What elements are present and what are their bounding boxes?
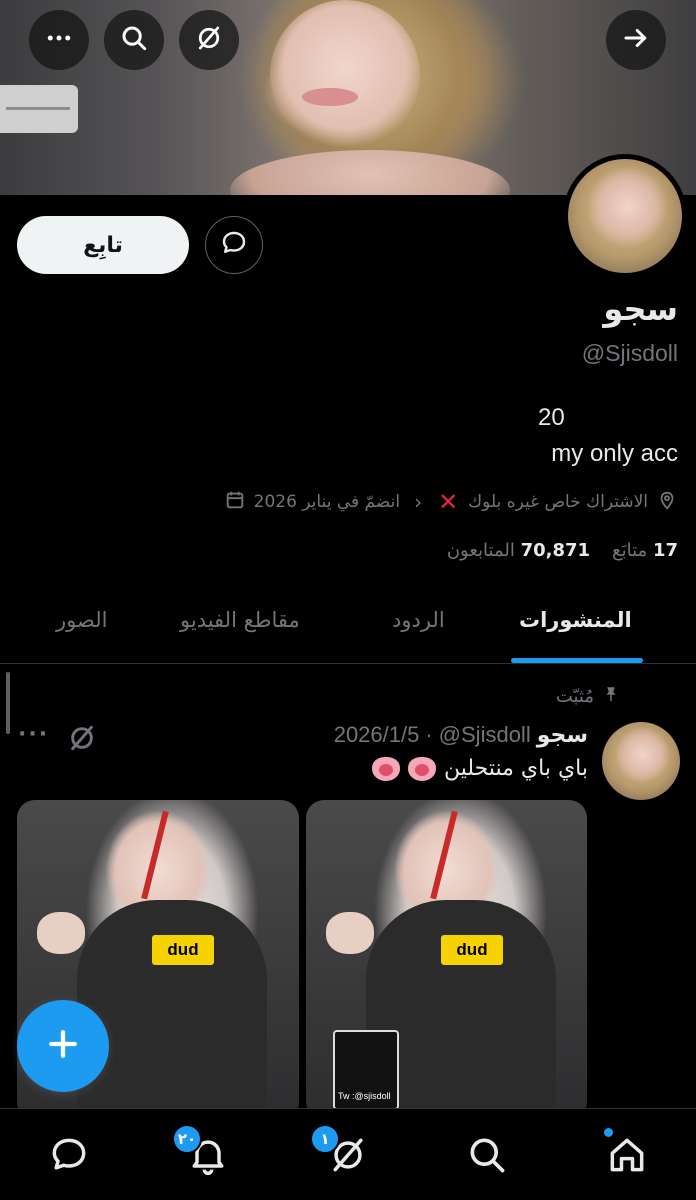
grok-icon bbox=[194, 23, 224, 57]
post-author-handle[interactable]: @Sjisdoll bbox=[439, 722, 531, 748]
scrollbar[interactable] bbox=[6, 672, 10, 734]
follow-button[interactable]: تابِع bbox=[17, 216, 189, 274]
media-shirt-logo: dud bbox=[152, 935, 214, 965]
media-phone-text: Tw :@sjisdoll bbox=[338, 1091, 391, 1101]
media-ribbon bbox=[430, 810, 458, 900]
post-date[interactable]: 2026/1/5 bbox=[334, 722, 420, 748]
followers-link[interactable]: 70,871 المتابعون bbox=[447, 540, 590, 561]
tab-photos[interactable]: الصور bbox=[56, 608, 107, 632]
tongue-emoji bbox=[407, 756, 436, 781]
home-icon bbox=[605, 1138, 649, 1181]
nav-messages[interactable] bbox=[47, 1133, 91, 1177]
profile-joined: انضمّ في يناير 2026 bbox=[253, 492, 401, 512]
chat-bubble-icon bbox=[47, 1138, 91, 1181]
search-icon bbox=[119, 23, 149, 57]
grok-button[interactable] bbox=[179, 10, 239, 70]
post-media-2[interactable]: dud Tw :@sjisdoll bbox=[306, 800, 587, 1120]
profile-location: الاشتراك خاص غيره بلوك bbox=[468, 492, 648, 512]
post-header: سجو @Sjisdoll · 2026/1/5 bbox=[334, 722, 588, 748]
active-tab-indicator bbox=[511, 658, 643, 663]
media-hand bbox=[37, 912, 85, 954]
nav-search[interactable] bbox=[465, 1133, 509, 1177]
tab-videos[interactable]: مقاطع الفيديو bbox=[180, 608, 300, 632]
banner-air-conditioner bbox=[0, 85, 78, 133]
media-ribbon bbox=[141, 810, 169, 900]
profile-handle: @Sjisdoll bbox=[581, 340, 678, 366]
location-pin-icon bbox=[656, 489, 678, 516]
plus-icon bbox=[43, 1024, 83, 1068]
tongue-emoji bbox=[371, 756, 400, 781]
post-author-name[interactable]: سجو bbox=[537, 723, 588, 748]
profile-stats: 17 متابَع 70,871 المتابعون bbox=[447, 540, 678, 561]
search-icon bbox=[465, 1138, 509, 1181]
calendar-icon bbox=[224, 489, 246, 516]
pin-icon bbox=[602, 685, 620, 708]
compose-button[interactable] bbox=[17, 1000, 109, 1092]
followers-count: 70,871 bbox=[520, 540, 591, 561]
pinned-text: مُثبّت bbox=[555, 686, 594, 707]
profile-avatar[interactable] bbox=[563, 154, 687, 278]
profile-meta: الاشتراك خاص غيره بلوك ✕ ‹ انضمّ في يناي… bbox=[224, 486, 678, 518]
post-separator: · bbox=[425, 722, 433, 747]
post-more-icon[interactable]: ··· bbox=[18, 722, 49, 747]
post-grok-icon[interactable] bbox=[66, 722, 98, 754]
forward-button[interactable] bbox=[606, 10, 666, 70]
more-button[interactable] bbox=[29, 10, 89, 70]
following-label: متابَع bbox=[612, 540, 648, 561]
banner-face bbox=[270, 0, 420, 150]
grok-icon bbox=[326, 1138, 370, 1181]
pinned-label: مُثبّت bbox=[556, 685, 620, 708]
post-text: باي باي منتحلين bbox=[371, 756, 588, 781]
cross-mark-emoji: ✕ bbox=[438, 488, 459, 516]
arrow-right-icon bbox=[621, 23, 651, 57]
home-unread-dot bbox=[604, 1128, 613, 1137]
media-hand bbox=[326, 912, 374, 954]
grok-badge: ١ bbox=[310, 1124, 340, 1154]
notifications-badge: ٢٠ bbox=[172, 1124, 202, 1154]
media-shirt-logo: dud bbox=[441, 935, 503, 965]
message-button[interactable] bbox=[205, 216, 263, 274]
media-shirt bbox=[77, 900, 267, 1120]
profile-name: سجو bbox=[603, 290, 678, 328]
search-button[interactable] bbox=[104, 10, 164, 70]
tab-replies[interactable]: الردود bbox=[392, 608, 445, 632]
profile-tabs: المنشورات الردود مقاطع الفيديو الصور bbox=[0, 590, 696, 664]
followers-label: المتابعون bbox=[446, 540, 515, 561]
chat-bubble-icon bbox=[219, 228, 249, 262]
tab-posts[interactable]: المنشورات bbox=[519, 608, 632, 632]
following-count: 17 bbox=[652, 540, 678, 561]
chevron-left-icon[interactable]: ‹ bbox=[414, 490, 422, 514]
banner-lips bbox=[302, 88, 358, 106]
post-text-content: باي باي منتحلين bbox=[443, 756, 588, 781]
more-horizontal-icon bbox=[44, 23, 74, 57]
bottom-navigation bbox=[0, 1108, 696, 1200]
nav-home[interactable] bbox=[605, 1133, 649, 1177]
bio-line-2: my only acc bbox=[551, 440, 678, 467]
following-link[interactable]: 17 متابَع bbox=[612, 540, 678, 561]
post-author-avatar[interactable] bbox=[602, 722, 680, 800]
bell-icon bbox=[186, 1140, 230, 1181]
bio-line-1: 20 bbox=[538, 404, 565, 431]
